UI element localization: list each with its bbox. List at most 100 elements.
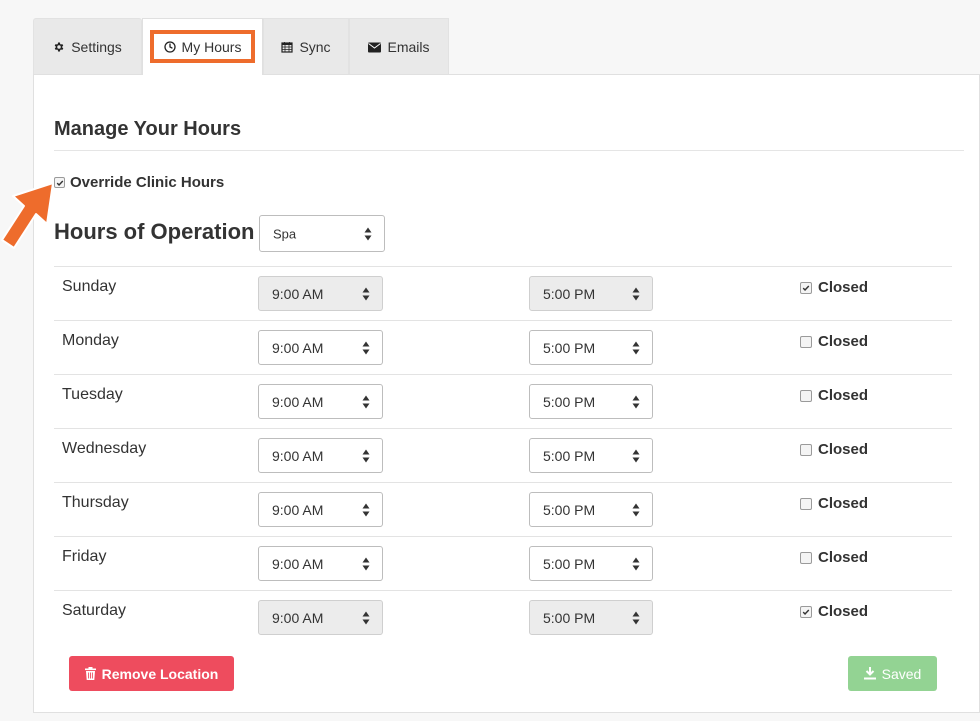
closed-checkbox[interactable] [800, 551, 812, 564]
day-label: Tuesday [62, 386, 123, 403]
tab-emails[interactable]: Emails [349, 18, 449, 75]
table-row: Wednesday 9:00 AM 5:00 PM Closed [54, 428, 952, 482]
tab-my-hours-label: My Hours [181, 38, 242, 55]
open-time-select[interactable]: 9:00 AM [258, 330, 383, 365]
saved-button[interactable]: Saved [848, 656, 937, 691]
select-arrows-icon [632, 611, 640, 624]
day-label: Thursday [62, 494, 129, 511]
closed-toggle[interactable]: Closed [800, 495, 868, 512]
open-time-value: 9:00 AM [272, 393, 324, 410]
tab-sync[interactable]: Sync [263, 18, 349, 75]
day-label: Monday [62, 332, 119, 349]
tab-emails-label: Emails [387, 39, 430, 55]
select-arrows-icon [632, 449, 640, 462]
close-time-value: 5:00 PM [543, 501, 596, 518]
select-arrows-icon [632, 503, 640, 516]
clock-icon [163, 40, 176, 53]
day-label: Sunday [62, 278, 117, 295]
open-time-select[interactable]: 9:00 AM [258, 600, 383, 635]
closed-toggle[interactable]: Closed [800, 603, 868, 620]
saved-label: Saved [881, 665, 922, 682]
closed-checkbox[interactable] [800, 443, 812, 456]
tab-highlight-box: My Hours [150, 30, 255, 63]
closed-checkbox[interactable] [800, 335, 812, 348]
select-arrows-icon [632, 557, 640, 570]
open-time-value: 9:00 AM [272, 339, 324, 356]
table-row: Saturday 9:00 AM 5:00 PM Closed [54, 590, 952, 644]
hours-table: Sunday 9:00 AM 5:00 PM Closed Monday 9:0… [54, 266, 952, 644]
select-arrows-icon [632, 287, 640, 300]
close-time-value: 5:00 PM [543, 555, 596, 572]
open-time-select[interactable]: 9:00 AM [258, 384, 383, 419]
day-label: Friday [62, 548, 107, 565]
close-time-select[interactable]: 5:00 PM [529, 384, 653, 419]
closed-toggle[interactable]: Closed [800, 387, 868, 404]
checkmark-icon [802, 609, 810, 615]
open-time-select[interactable]: 9:00 AM [258, 546, 383, 581]
closed-label: Closed [818, 549, 869, 566]
select-arrows-icon [362, 557, 370, 570]
select-arrows-icon [362, 503, 370, 516]
closed-label: Closed [818, 279, 869, 296]
title-divider [54, 150, 964, 151]
hours-heading: Hours of Operation in [54, 219, 281, 244]
open-time-select[interactable]: 9:00 AM [258, 492, 383, 527]
open-time-value: 9:00 AM [272, 447, 324, 464]
select-arrows-icon [362, 611, 370, 624]
close-time-select[interactable]: 5:00 PM [529, 438, 653, 473]
closed-checkbox[interactable] [800, 281, 812, 294]
close-time-select[interactable]: 5:00 PM [529, 546, 653, 581]
open-time-value: 9:00 AM [272, 555, 324, 572]
closed-toggle[interactable]: Closed [800, 441, 868, 458]
checkmark-icon [802, 285, 810, 291]
tab-bar: Settings My Hours Sync Emails [33, 18, 449, 75]
open-time-select[interactable]: 9:00 AM [258, 438, 383, 473]
closed-checkbox[interactable] [800, 389, 812, 402]
open-time-value: 9:00 AM [272, 285, 324, 302]
select-arrows-icon [632, 395, 640, 408]
close-time-select[interactable]: 5:00 PM [529, 492, 653, 527]
select-arrows-icon [362, 287, 370, 300]
tab-my-hours[interactable]: My Hours [142, 18, 263, 75]
open-time-value: 9:00 AM [272, 501, 324, 518]
page-title: Manage Your Hours [54, 118, 242, 140]
closed-toggle[interactable]: Closed [800, 333, 868, 350]
closed-label: Closed [818, 441, 869, 458]
closed-label: Closed [818, 603, 869, 620]
calendar-icon [281, 42, 294, 53]
table-row: Monday 9:00 AM 5:00 PM Closed [54, 320, 952, 374]
tab-settings-label: Settings [71, 39, 122, 55]
location-select-value: Spa [273, 226, 297, 241]
override-clinic-hours[interactable]: Override Clinic Hours [54, 174, 224, 191]
closed-checkbox[interactable] [800, 605, 812, 618]
close-time-value: 5:00 PM [543, 393, 596, 410]
tab-sync-label: Sync [299, 39, 331, 55]
close-time-select[interactable]: 5:00 PM [529, 600, 653, 635]
open-time-value: 9:00 AM [272, 609, 324, 626]
table-row: Friday 9:00 AM 5:00 PM Closed [54, 536, 952, 590]
closed-label: Closed [818, 495, 869, 512]
select-arrows-icon [364, 227, 372, 240]
table-row: Sunday 9:00 AM 5:00 PM Closed [54, 266, 952, 320]
select-arrows-icon [632, 341, 640, 354]
trash-icon [84, 667, 96, 680]
close-time-value: 5:00 PM [543, 339, 596, 356]
close-time-value: 5:00 PM [543, 285, 596, 302]
close-time-select[interactable]: 5:00 PM [529, 330, 653, 365]
closed-checkbox[interactable] [800, 497, 812, 510]
override-label: Override Clinic Hours [70, 174, 225, 191]
select-arrows-icon [362, 341, 370, 354]
open-time-select[interactable]: 9:00 AM [258, 276, 383, 311]
close-time-select[interactable]: 5:00 PM [529, 276, 653, 311]
close-time-value: 5:00 PM [543, 447, 596, 464]
select-arrows-icon [362, 395, 370, 408]
remove-location-button[interactable]: Remove Location [69, 656, 234, 691]
closed-toggle[interactable]: Closed [800, 549, 868, 566]
tab-settings[interactable]: Settings [33, 18, 142, 75]
remove-location-label: Remove Location [101, 665, 219, 682]
location-select[interactable]: Spa [259, 215, 385, 252]
closed-label: Closed [818, 333, 869, 350]
closed-toggle[interactable]: Closed [800, 279, 868, 296]
day-label: Wednesday [62, 440, 147, 457]
select-arrows-icon [362, 449, 370, 462]
